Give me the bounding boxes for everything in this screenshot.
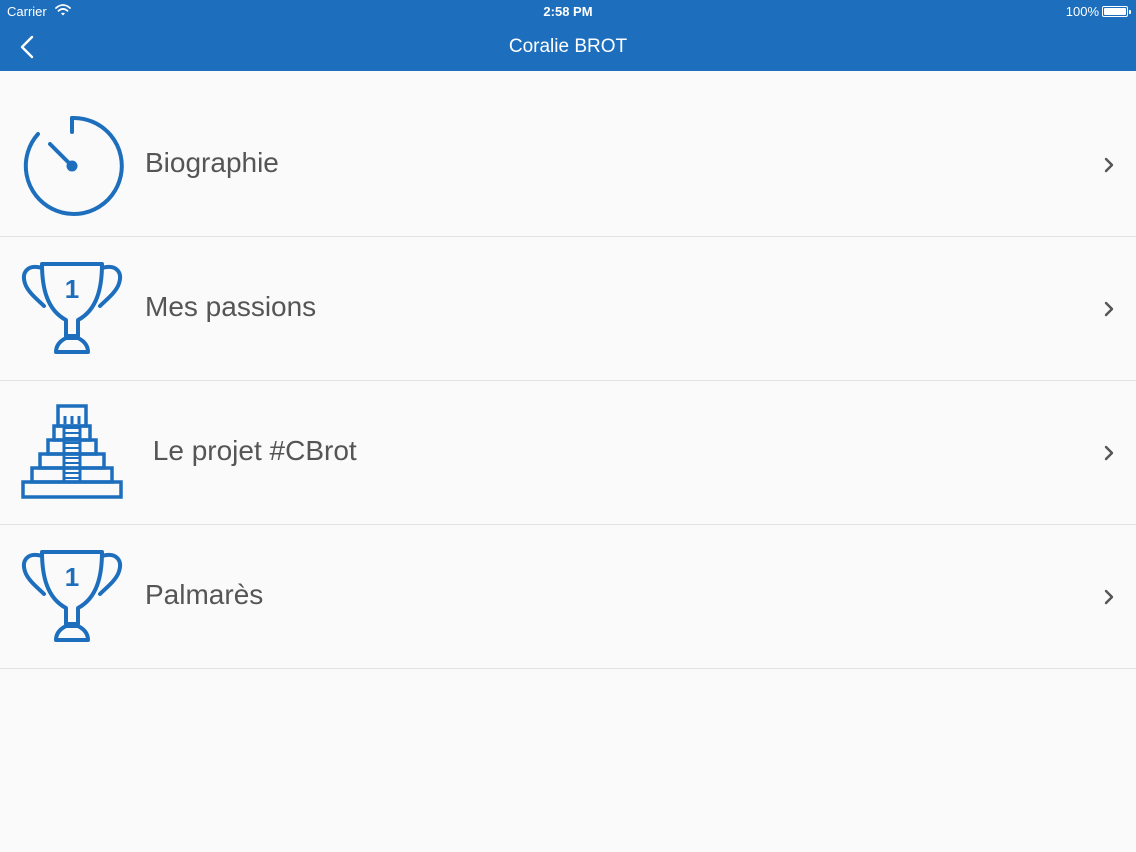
page-title: Coralie BROT bbox=[508, 36, 628, 57]
svg-text:1: 1 bbox=[65, 562, 79, 592]
stopwatch-icon bbox=[23, 115, 124, 216]
chevron-right-icon bbox=[1104, 445, 1114, 461]
navigation-bar: Coralie BROT bbox=[0, 24, 1136, 71]
menu-list: Biographie 1 Mes passions Le projet #CBr… bbox=[0, 93, 1136, 669]
svg-text:1: 1 bbox=[65, 274, 79, 304]
trophy-icon: 1 bbox=[22, 550, 122, 642]
status-bar: Carrier 2:58 PM 100% bbox=[0, 0, 1136, 24]
chevron-right-icon bbox=[1104, 301, 1114, 317]
battery-icon bbox=[1102, 6, 1131, 17]
list-item-label: Biographie bbox=[145, 147, 279, 178]
chevron-right-icon bbox=[1104, 589, 1114, 605]
list-item-palmares[interactable]: 1 Palmarès bbox=[0, 525, 1136, 669]
clock-label: 2:58 PM bbox=[543, 4, 593, 19]
list-item-le-projet[interactable]: Le projet #CBrot bbox=[0, 381, 1136, 525]
list-item-biographie[interactable]: Biographie bbox=[0, 93, 1136, 237]
pyramid-icon bbox=[21, 404, 123, 499]
list-item-label: Mes passions bbox=[145, 291, 317, 322]
battery-percent: 100% bbox=[1065, 4, 1099, 19]
list-item-label: Palmarès bbox=[145, 579, 264, 610]
list-item-mes-passions[interactable]: 1 Mes passions bbox=[0, 237, 1136, 381]
list-item-label: Le projet #CBrot bbox=[145, 435, 357, 466]
top-bar: Carrier 2:58 PM 100% Coralie BROT bbox=[0, 0, 1136, 71]
chevron-right-icon bbox=[1104, 157, 1114, 173]
trophy-icon: 1 bbox=[22, 262, 122, 354]
